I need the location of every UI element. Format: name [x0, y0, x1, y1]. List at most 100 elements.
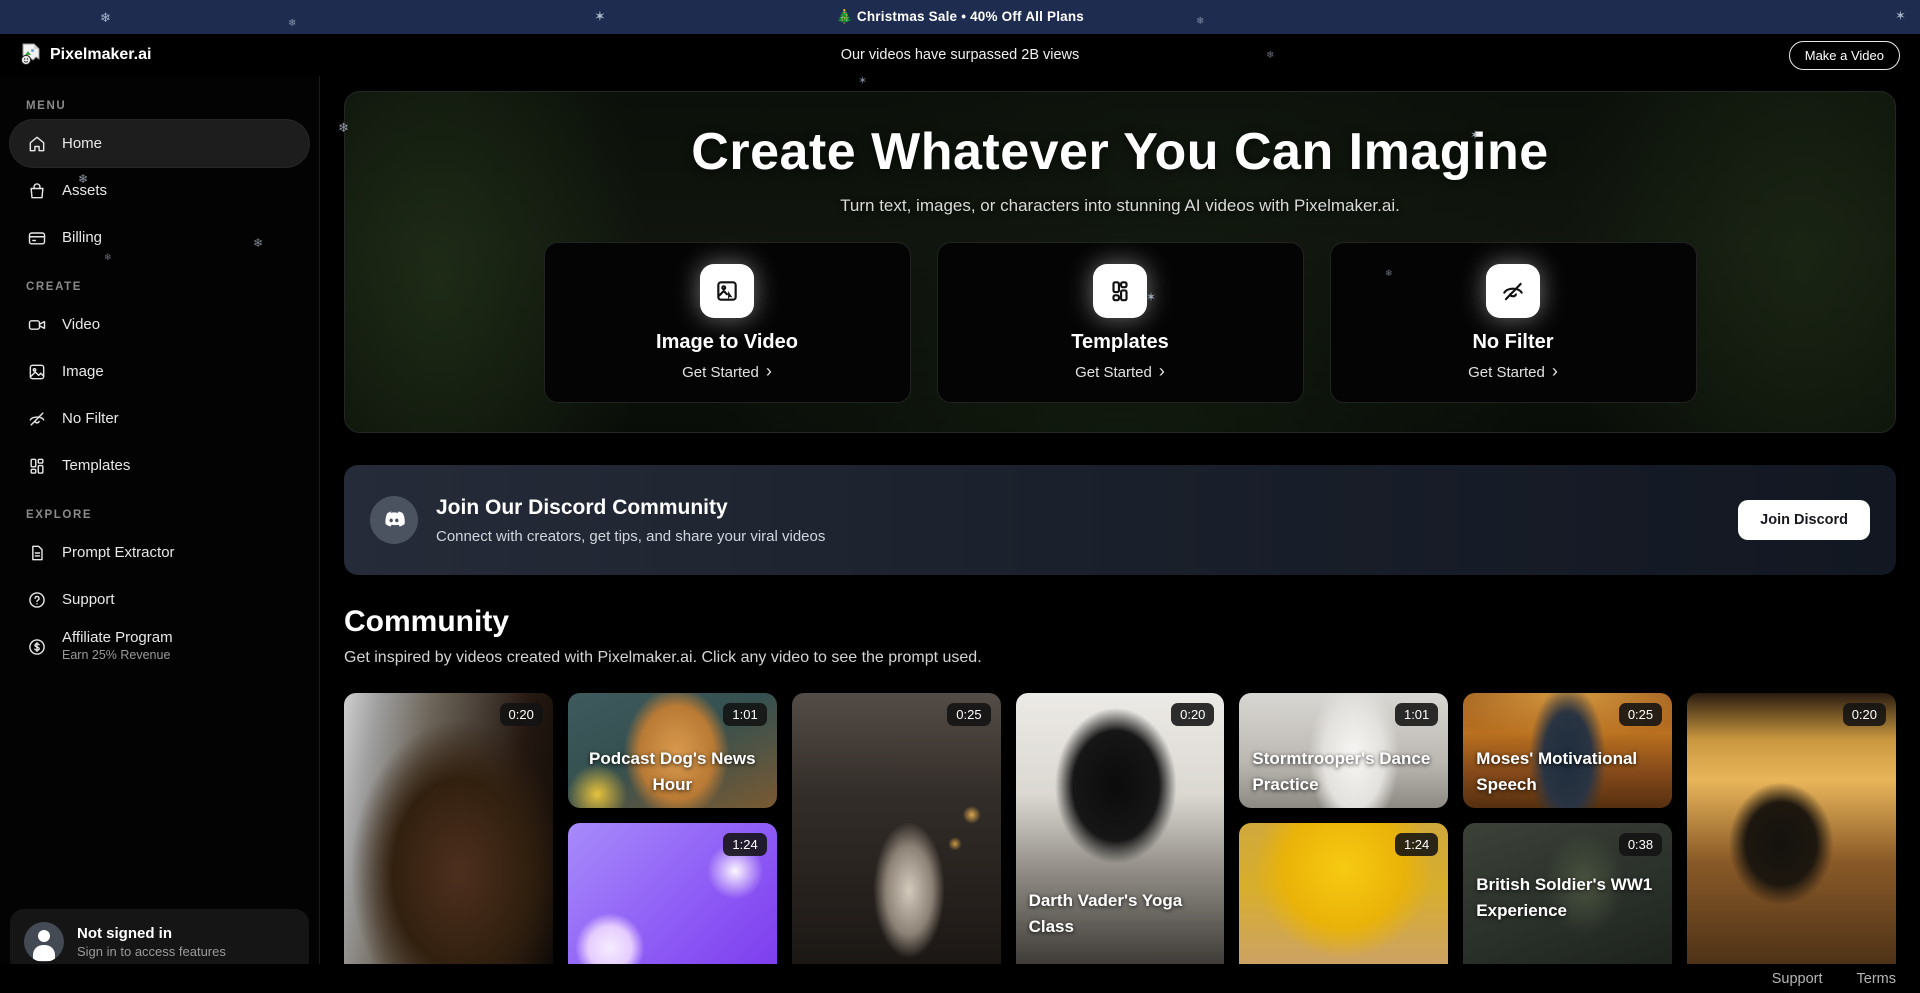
- sidebar-item-assets[interactable]: Assets: [10, 167, 309, 214]
- sidebar-item-label: No Filter: [62, 410, 119, 427]
- question-circle-icon: [26, 589, 47, 610]
- video-card-podcast-dog[interactable]: 1:01 Podcast Dog's News Hour: [568, 693, 777, 808]
- account-status: Not signed in: [77, 925, 226, 942]
- sidebar-item-label: Video: [62, 316, 100, 333]
- discord-subtitle: Connect with creators, get tips, and sha…: [436, 528, 825, 545]
- duration-badge: 0:25: [947, 703, 990, 726]
- video-title: Moses' Motivational Speech: [1476, 746, 1659, 797]
- sidebar-item-label: Billing: [62, 229, 102, 246]
- duration-badge: 0:20: [1843, 703, 1886, 726]
- eye-off-icon: [1486, 264, 1540, 318]
- sidebar-item-label: Templates: [62, 457, 130, 474]
- video-title: Stormtrooper's Dance Practice: [1252, 746, 1435, 797]
- duration-badge: 0:25: [1619, 703, 1662, 726]
- sidebar-section-explore: EXPLORE: [26, 509, 293, 521]
- sidebar-item-billing[interactable]: Billing: [10, 214, 309, 261]
- video-card-barista[interactable]: 0:20: [1687, 693, 1896, 983]
- video-camera-icon: [26, 314, 47, 335]
- sidebar-item-sublabel: Earn 25% Revenue: [62, 648, 173, 664]
- image-to-video-card[interactable]: Image to Video Get Started: [544, 242, 911, 403]
- community-title: Community: [344, 605, 1896, 639]
- brand-logo[interactable]: Pixelmaker.ai: [20, 43, 151, 67]
- video-card-moses[interactable]: 0:25 Moses' Motivational Speech: [1463, 693, 1672, 808]
- main-content: Create Whatever You Can Imagine Turn tex…: [320, 76, 1920, 993]
- card-title: Image to Video: [656, 331, 798, 354]
- home-icon: [26, 133, 47, 154]
- duration-badge: 1:24: [1395, 833, 1438, 856]
- discord-title: Join Our Discord Community: [436, 496, 825, 520]
- get-started-link[interactable]: Get Started: [682, 363, 772, 381]
- card-title: Templates: [1071, 331, 1168, 354]
- image-to-video-icon: [700, 264, 754, 318]
- eye-off-icon: [26, 408, 47, 429]
- dollar-circle-icon: [26, 636, 47, 657]
- sidebar-item-prompt-extractor[interactable]: Prompt Extractor: [10, 529, 309, 576]
- sidebar-item-label: Affiliate Program: [62, 629, 173, 648]
- video-title: Darth Vader's Yoga Class: [1029, 888, 1212, 939]
- video-card-stormtrooper[interactable]: 1:01 Stormtrooper's Dance Practice: [1239, 693, 1448, 808]
- community-subtitle: Get inspired by videos created with Pixe…: [344, 649, 1896, 667]
- make-a-video-button[interactable]: Make a Video: [1789, 41, 1900, 70]
- sidebar-item-label: Prompt Extractor: [62, 544, 175, 561]
- grid-icon: [26, 455, 47, 476]
- sidebar-item-support[interactable]: Support: [10, 576, 309, 623]
- duration-badge: 0:20: [1171, 703, 1214, 726]
- hero-cards: Image to Video Get Started Templates Get…: [345, 242, 1895, 403]
- sale-banner-text: 🎄 Christmas Sale • 40% Off All Plans: [836, 9, 1084, 25]
- sidebar-item-label: Home: [62, 135, 102, 152]
- sidebar-item-image[interactable]: Image: [10, 348, 309, 395]
- join-discord-button[interactable]: Join Discord: [1738, 500, 1870, 540]
- discord-banner: Join Our Discord Community Connect with …: [344, 465, 1896, 575]
- footer: Support Terms: [0, 964, 1920, 993]
- video-card-ww1-soldier[interactable]: 0:38 British Soldier's WW1 Experience: [1463, 823, 1672, 983]
- app-header: Pixelmaker.ai Our videos have surpassed …: [0, 34, 1920, 76]
- video-card-figurine[interactable]: 1:24: [1239, 823, 1448, 983]
- duration-badge: 0:38: [1619, 833, 1662, 856]
- video-title: British Soldier's WW1 Experience: [1476, 872, 1659, 923]
- templates-card[interactable]: Templates Get Started: [937, 242, 1304, 403]
- sidebar-section-menu: MENU: [26, 100, 293, 112]
- credit-card-icon: [26, 227, 47, 248]
- sale-banner: 🎄 Christmas Sale • 40% Off All Plans: [0, 0, 1920, 34]
- sidebar-item-no-filter[interactable]: No Filter: [10, 395, 309, 442]
- sidebar-item-label: Image: [62, 363, 104, 380]
- sidebar-item-label: Assets: [62, 182, 107, 199]
- sidebar-item-home[interactable]: Home: [10, 120, 309, 167]
- views-tagline: Our videos have surpassed 2B views: [841, 47, 1080, 63]
- video-title: Podcast Dog's News Hour: [581, 746, 764, 797]
- sidebar-item-affiliate-program[interactable]: Affiliate Program Earn 25% Revenue: [10, 623, 309, 670]
- footer-link-terms[interactable]: Terms: [1857, 971, 1896, 987]
- community-video-grid: 0:20 1:01 Podcast Dog's News Hour 1:24 0…: [344, 693, 1896, 983]
- image-icon: [26, 361, 47, 382]
- templates-icon: [1093, 264, 1147, 318]
- video-card-darth-vader[interactable]: 0:20 Darth Vader's Yoga Class: [1016, 693, 1225, 983]
- sidebar-section-create: CREATE: [26, 281, 293, 293]
- brand-name: Pixelmaker.ai: [50, 46, 151, 64]
- get-started-link[interactable]: Get Started: [1075, 363, 1165, 381]
- duration-badge: 1:01: [1395, 703, 1438, 726]
- video-card-purple-orbs[interactable]: 1:24: [568, 823, 777, 983]
- no-filter-card[interactable]: No Filter Get Started: [1330, 242, 1697, 403]
- bag-icon: [26, 180, 47, 201]
- sidebar-item-video[interactable]: Video: [10, 301, 309, 348]
- discord-icon: [370, 496, 418, 544]
- footer-link-support[interactable]: Support: [1772, 971, 1823, 987]
- sidebar: MENU Home Assets Billing CREATE Video: [0, 76, 320, 993]
- account-hint: Sign in to access features: [77, 944, 226, 959]
- broken-image-logo-icon: [20, 43, 42, 67]
- sidebar-item-templates[interactable]: Templates: [10, 442, 309, 489]
- sidebar-item-label: Support: [62, 591, 115, 608]
- document-icon: [26, 542, 47, 563]
- hero-title: Create Whatever You Can Imagine: [345, 122, 1895, 182]
- avatar: [24, 922, 64, 962]
- get-started-link[interactable]: Get Started: [1468, 363, 1558, 381]
- duration-badge: 1:01: [723, 703, 766, 726]
- hero-subtitle: Turn text, images, or characters into st…: [345, 196, 1895, 216]
- video-card-gorilla[interactable]: 0:20: [344, 693, 553, 983]
- duration-badge: 1:24: [723, 833, 766, 856]
- video-card-wizard[interactable]: 0:25: [792, 693, 1001, 983]
- card-title: No Filter: [1472, 331, 1553, 354]
- hero-section: Create Whatever You Can Imagine Turn tex…: [344, 91, 1896, 433]
- content-row: MENU Home Assets Billing CREATE Video: [0, 76, 1920, 993]
- duration-badge: 0:20: [500, 703, 543, 726]
